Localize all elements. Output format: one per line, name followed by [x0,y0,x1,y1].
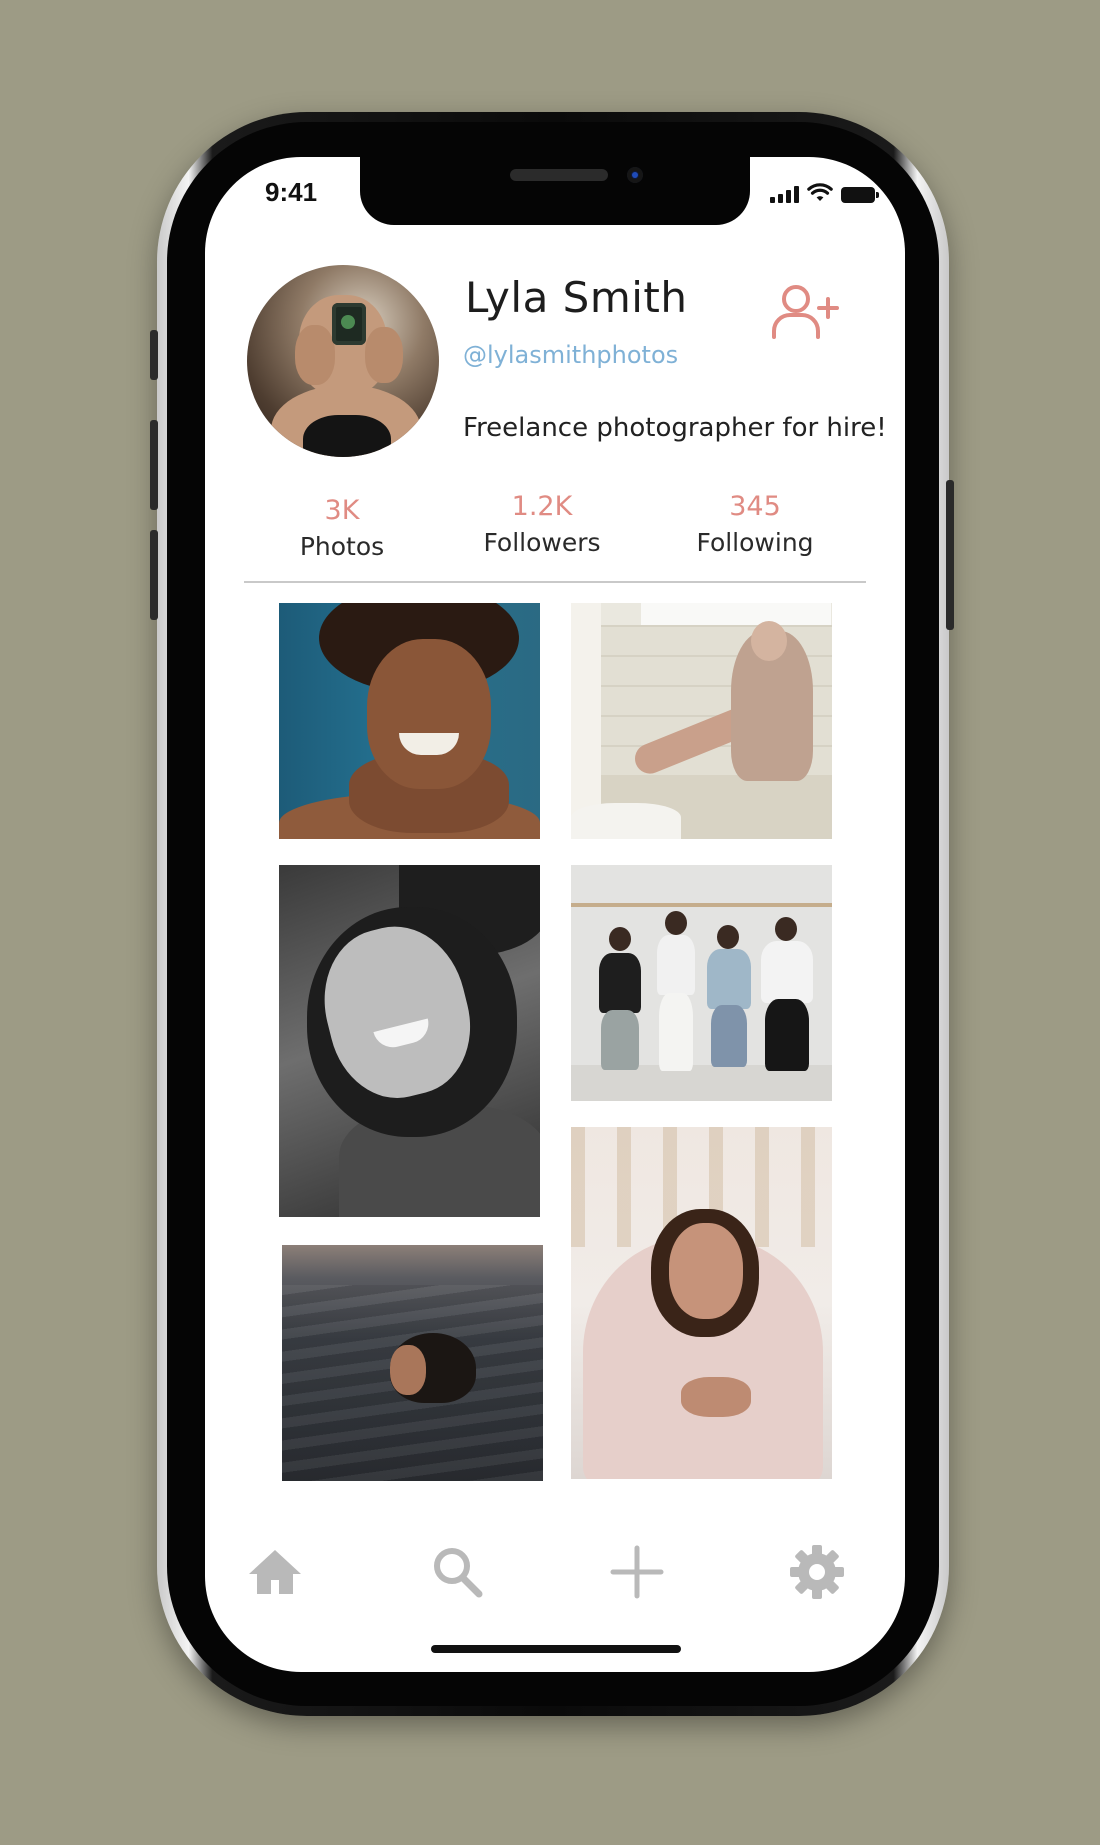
earpiece-speaker [510,169,608,181]
app-screen: 9:41 Lyla Smith @lylasmithphotos Freelan… [205,157,905,1672]
status-time: 9:41 [265,177,318,207]
stat-label: Followers [483,528,601,557]
photo-laughing-woman-black-white[interactable] [279,865,540,1217]
signal-icon [770,185,799,203]
side-button-mute [150,330,158,380]
home-indicator[interactable] [431,1645,681,1653]
stat-followers[interactable]: 1.2K Followers [442,491,642,557]
gear-icon [790,1545,844,1599]
profile-name: Lyla Smith [465,273,688,322]
nav-add-button[interactable] [607,1542,667,1602]
stat-label: Following [696,528,814,557]
battery-icon [841,187,879,203]
stat-following[interactable]: 345 Following [655,491,855,557]
stat-label: Photos [299,532,385,561]
notch [360,157,750,225]
front-camera [627,167,643,183]
stat-value: 1.2K [511,491,573,522]
home-icon [249,1550,301,1594]
search-icon [434,1548,483,1598]
photo-woman-wrapped-in-blanket[interactable] [571,1127,832,1479]
plus-icon [610,1545,664,1599]
add-user-icon [772,285,839,339]
photo-smiling-woman-blue-background[interactable] [279,603,540,839]
side-button-volume-down [150,530,158,620]
stats-divider [244,581,866,583]
profile-handle[interactable]: @lylasmithphotos [463,341,678,369]
photo-woman-sitting-bathroom-ledge[interactable] [571,603,832,839]
nav-search-button[interactable] [427,1542,487,1602]
stat-value: 345 [729,491,781,522]
nav-settings-button[interactable] [787,1542,847,1602]
photo-woman-swimming-in-sea[interactable] [282,1245,543,1481]
stat-value: 3K [324,495,360,526]
nav-home-button[interactable] [245,1542,305,1602]
side-button-power [946,480,954,630]
photo-four-friends-against-wall[interactable] [571,865,832,1101]
profile-bio: Freelance photographer for hire! [463,413,887,443]
wifi-icon [807,183,833,201]
status-icons [770,183,879,203]
stat-photos[interactable]: 3K Photos [242,495,442,561]
follow-button[interactable] [770,281,844,345]
avatar[interactable] [247,265,439,457]
side-button-volume-up [150,420,158,510]
